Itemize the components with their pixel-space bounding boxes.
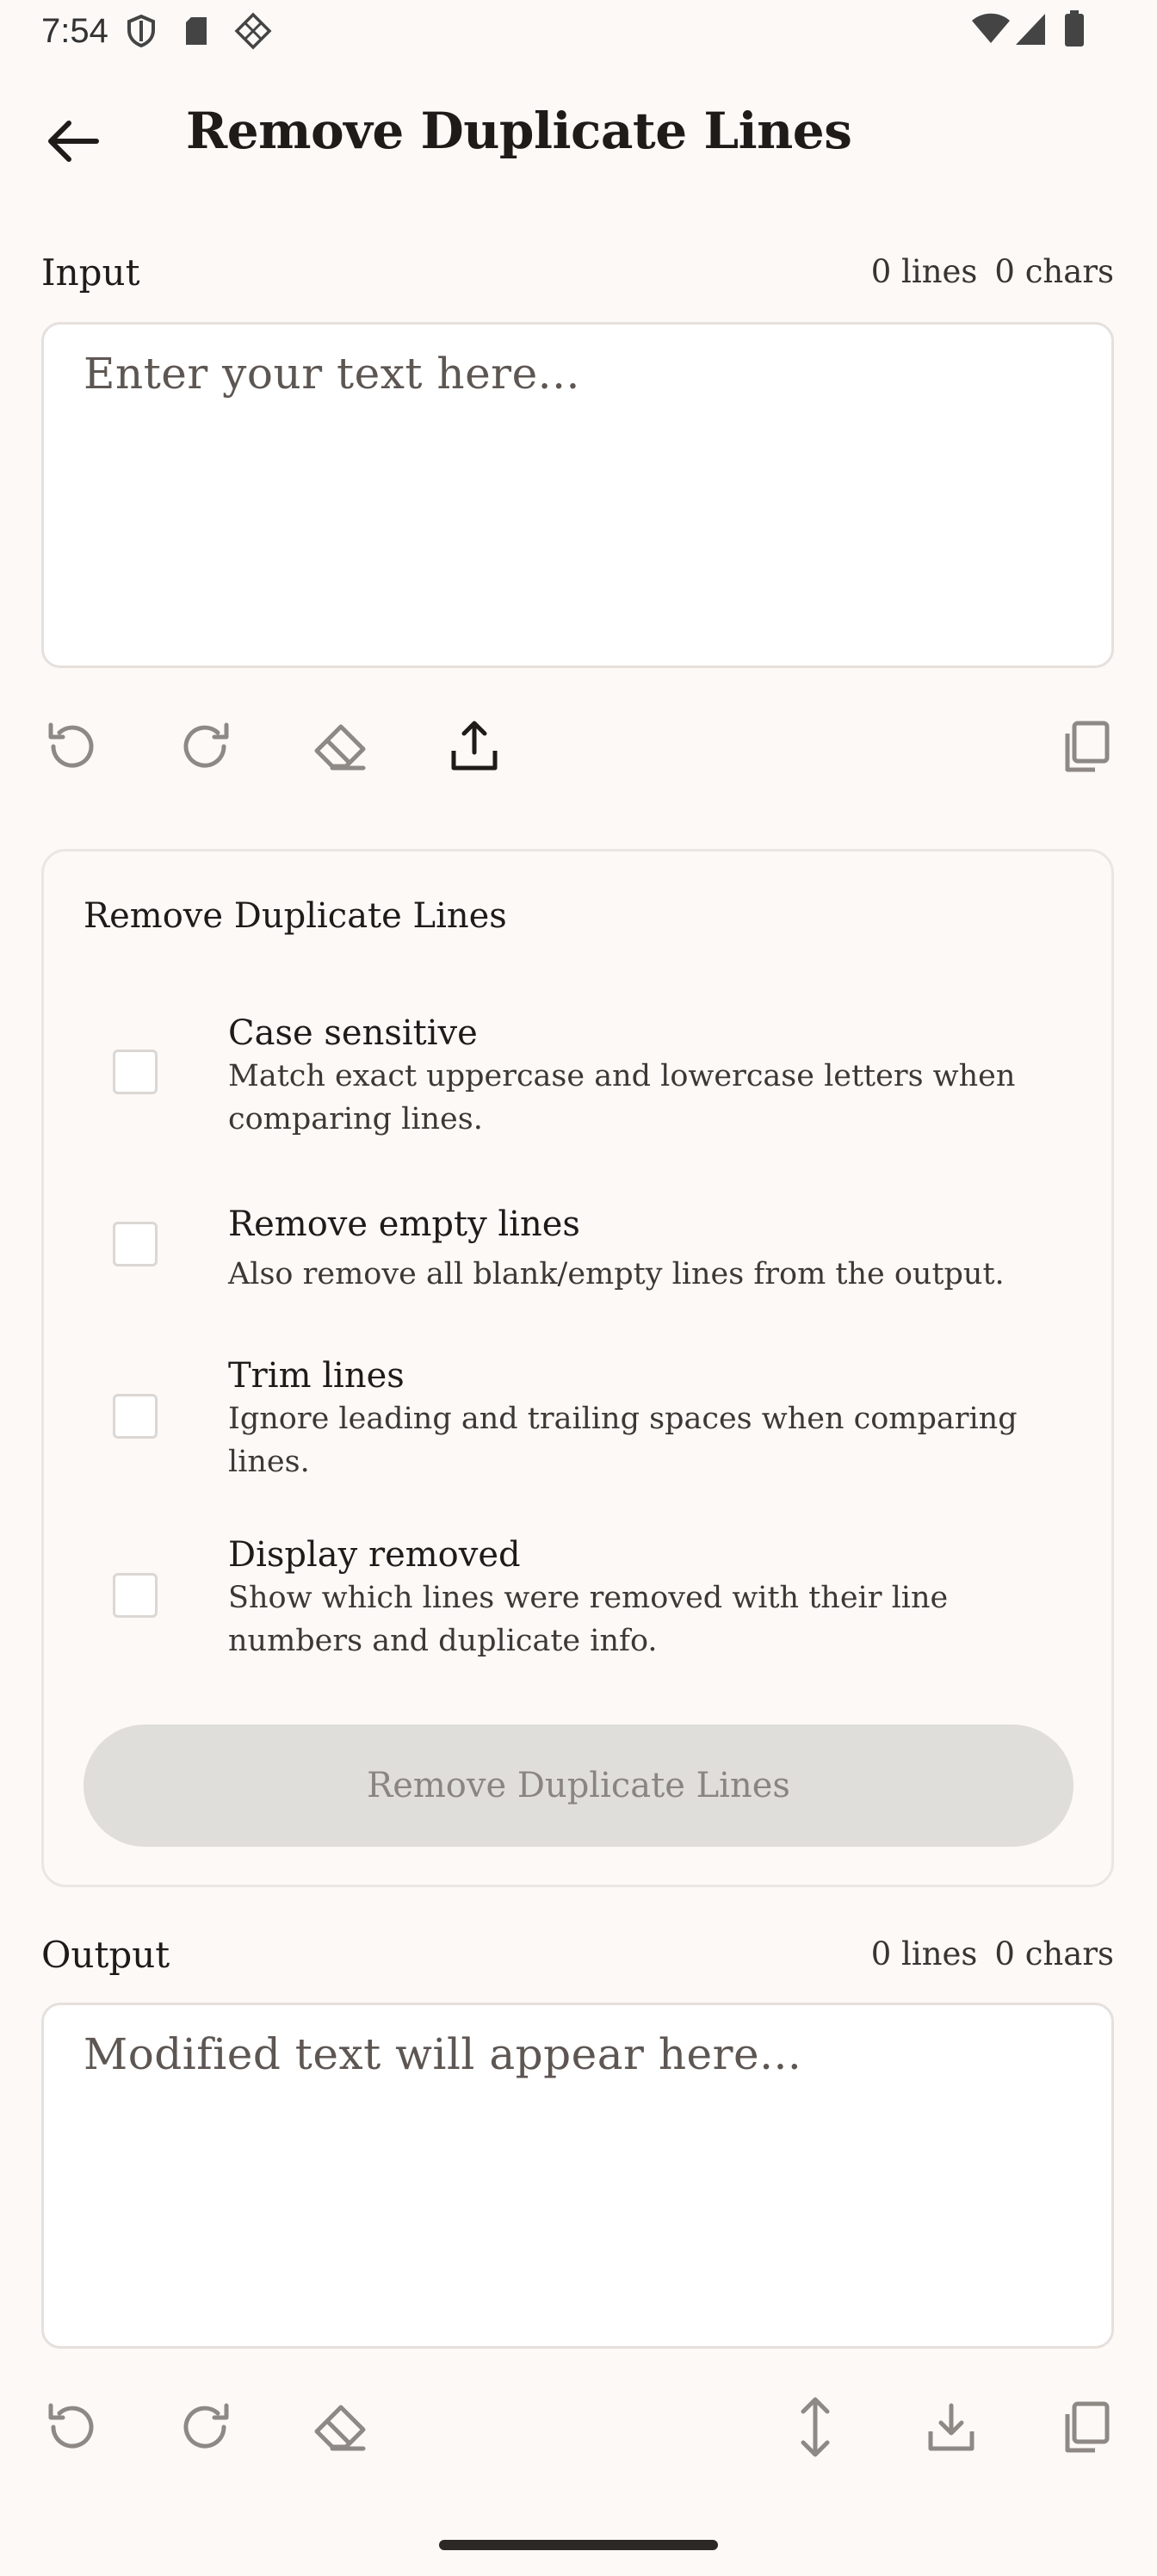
options-card: Remove Duplicate Lines Case sensitive Ma… (41, 849, 1114, 1887)
options-card-title: Remove Duplicate Lines (84, 896, 507, 936)
output-placeholder: Modified text will appear here... (84, 2029, 802, 2079)
download-icon (928, 2403, 974, 2451)
swap-vertical-icon (801, 2397, 830, 2457)
output-chars-count: 0 chars (994, 1935, 1114, 1972)
display-removed-description: Show which lines were removed with their… (228, 1581, 949, 1658)
battery-icon (1065, 10, 1084, 46)
case-sensitive-title: Case sensitive (228, 1013, 478, 1053)
page-title: Remove Duplicate Lines (186, 102, 852, 160)
input-share-button[interactable] (436, 708, 513, 785)
output-clear-button[interactable] (301, 2388, 379, 2466)
eraser-icon (314, 724, 366, 771)
output-stats: 0 lines 0 chars (871, 1935, 1114, 1972)
eraser-icon (314, 2405, 366, 2451)
share-icon (451, 721, 498, 771)
sd-card-icon (186, 17, 207, 45)
undo-icon (48, 2403, 94, 2449)
arrow-left-icon (48, 121, 99, 162)
undo-icon (48, 722, 94, 768)
shield-icon (127, 14, 155, 48)
output-copy-button[interactable] (1047, 2388, 1124, 2466)
output-lines-count: 0 lines (870, 1935, 978, 1972)
home-indicator[interactable] (439, 2540, 718, 2550)
copy-icon (1065, 721, 1110, 772)
output-redo-button[interactable] (167, 2388, 244, 2466)
output-label: Output (41, 1934, 170, 1976)
remove-empty-lines-title: Remove empty lines (228, 1204, 580, 1244)
output-textarea[interactable]: Modified text will appear here... (41, 2003, 1114, 2349)
back-button[interactable] (34, 103, 110, 179)
case-sensitive-checkbox[interactable] (113, 1050, 158, 1094)
input-textarea[interactable]: Enter your text here... (41, 322, 1114, 668)
redo-icon (183, 2403, 229, 2449)
wifi-icon (972, 13, 1010, 43)
input-label: Input (41, 251, 140, 294)
remove-empty-lines-description: Also remove all blank/empty lines from t… (228, 1257, 1005, 1291)
display-removed-title: Display removed (228, 1535, 521, 1575)
input-placeholder: Enter your text here... (84, 349, 580, 399)
copy-icon (1065, 2401, 1110, 2453)
diamond-grid-icon (234, 12, 272, 50)
redo-icon (183, 722, 229, 768)
case-sensitive-description: Match exact uppercase and lowercase lett… (228, 1059, 1016, 1136)
display-removed-checkbox[interactable] (113, 1573, 158, 1618)
input-lines-count: 0 lines (870, 253, 978, 290)
trim-lines-title: Trim lines (228, 1356, 405, 1396)
output-swap-button[interactable] (776, 2388, 854, 2466)
cell-signal-icon (1016, 14, 1045, 45)
output-download-button[interactable] (913, 2388, 990, 2466)
input-clear-button[interactable] (301, 708, 379, 785)
input-redo-button[interactable] (167, 708, 244, 785)
input-chars-count: 0 chars (994, 253, 1114, 290)
input-undo-button[interactable] (33, 708, 110, 785)
output-undo-button[interactable] (33, 2388, 110, 2466)
input-copy-button[interactable] (1047, 708, 1124, 785)
status-time: 7:54 (41, 12, 108, 50)
input-stats: 0 lines 0 chars (871, 253, 1114, 290)
remove-duplicate-lines-button[interactable]: Remove Duplicate Lines (84, 1725, 1073, 1847)
trim-lines-checkbox[interactable] (113, 1394, 158, 1439)
remove-empty-lines-checkbox[interactable] (113, 1222, 158, 1266)
trim-lines-description: Ignore leading and trailing spaces when … (228, 1402, 1018, 1479)
